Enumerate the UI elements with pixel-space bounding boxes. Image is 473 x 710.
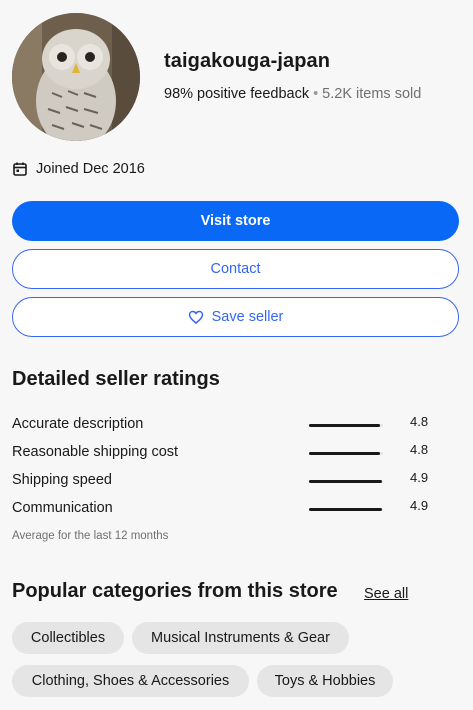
rating-bar-fill [309,452,381,455]
rating-value: 4.8 [410,442,429,457]
seller-avatar[interactable] [12,13,140,141]
see-all-link[interactable]: See all [364,586,408,602]
categories-title: Popular categories from this store [12,580,338,602]
items-sold: 5.2K items sold [322,86,422,102]
joined-text: Joined Dec 2016 [36,161,145,177]
visit-store-button[interactable]: Visit store [12,201,459,241]
rating-label: Reasonable shipping cost [12,444,179,460]
rating-bar [309,424,383,427]
rating-bar [309,452,383,455]
heart-icon [188,309,204,325]
calendar-icon [12,161,28,177]
rating-bar-fill [309,508,382,511]
category-chip-musical-instruments[interactable]: Musical Instruments & Gear [132,622,349,654]
rating-bar-fill [309,424,381,427]
ratings-title: Detailed seller ratings [12,368,220,390]
rating-value: 4.9 [410,498,429,513]
joined-date: Joined Dec 2016 [12,161,145,177]
rating-bar [309,508,383,511]
rating-label: Communication [12,500,113,516]
owl-image [12,13,140,141]
category-chip-toys[interactable]: Toys & Hobbies [257,665,393,697]
rating-label: Shipping speed [12,472,112,488]
contact-button[interactable]: Contact [12,249,459,289]
rating-bar-fill [309,480,382,483]
seller-stats: 98% positive feedback • 5.2K items sold [164,86,421,102]
rating-bar [309,480,383,483]
seller-name[interactable]: taigakouga-japan [164,50,330,73]
category-chip-clothing[interactable]: Clothing, Shoes & Accessories [12,665,249,697]
rating-row: Reasonable shipping cost 4.8 [12,442,442,462]
rating-row: Shipping speed 4.9 [12,470,442,490]
rating-row: Communication 4.9 [12,498,442,518]
rating-value: 4.8 [410,414,429,429]
stats-separator: • [313,86,319,102]
rating-label: Accurate description [12,416,144,432]
ratings-note: Average for the last 12 months [12,530,169,542]
positive-feedback[interactable]: 98% positive feedback [164,86,309,102]
rating-row: Accurate description 4.8 [12,414,442,434]
save-seller-label: Save seller [211,309,284,325]
save-seller-button[interactable]: Save seller [12,297,459,337]
rating-value: 4.9 [410,470,429,485]
category-chip-collectibles[interactable]: Collectibles [12,622,124,654]
